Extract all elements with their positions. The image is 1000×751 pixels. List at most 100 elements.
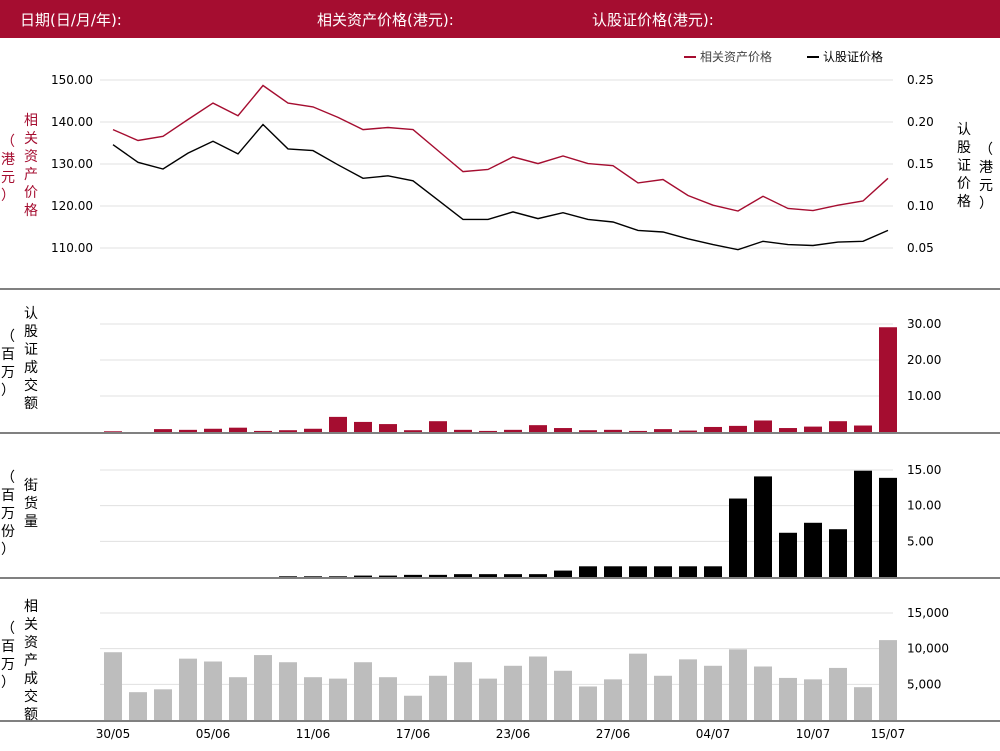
bar	[829, 529, 847, 577]
bar	[604, 679, 622, 720]
bar	[854, 470, 872, 577]
axis-caption-char: 股	[957, 140, 971, 156]
bar	[504, 665, 522, 720]
right-tick-label: 0.15	[907, 157, 934, 171]
right-tick-label: 5,000	[907, 677, 941, 691]
warrant-turnover-axis-title: 认股证成交额	[22, 305, 40, 413]
x-tick-label: 11/06	[296, 727, 331, 741]
bar	[329, 416, 347, 432]
right-tick-label: 10,000	[907, 642, 949, 656]
series-line	[112, 123, 889, 251]
bar	[529, 574, 547, 577]
bar	[404, 430, 422, 432]
axis-caption-char: ）	[1, 542, 15, 558]
bar	[504, 429, 522, 432]
axis-caption-char: （	[1, 621, 15, 637]
axis-caption-char: 万	[1, 657, 15, 673]
bar	[179, 658, 197, 720]
x-tick-label: 10/07	[796, 727, 831, 741]
bar	[729, 425, 747, 432]
bar	[654, 566, 672, 577]
bar	[629, 653, 647, 720]
bar	[629, 566, 647, 577]
bar	[304, 576, 322, 577]
bar	[779, 677, 797, 720]
bar	[204, 428, 222, 432]
bar	[529, 656, 547, 720]
bar	[329, 576, 347, 577]
axis-caption-char: 格	[957, 194, 971, 210]
bar	[279, 576, 297, 577]
bar	[704, 665, 722, 720]
axis-caption-char: 百	[1, 639, 15, 655]
bar	[229, 677, 247, 720]
axis-caption-char: 港	[1, 152, 15, 168]
asset-turnover-axis-unit: （ 百万 ）	[0, 620, 17, 692]
bar	[754, 666, 772, 720]
axis-caption-char: 资	[24, 149, 38, 165]
warrant-price-axis-unit: （ 港元 ）	[977, 141, 995, 213]
right-tick-label: 15.00	[907, 463, 941, 477]
axis-caption-char: 证	[24, 342, 38, 358]
right-tick-label: 5.00	[907, 534, 934, 548]
bar	[479, 678, 497, 720]
bar	[104, 431, 122, 432]
bar	[429, 574, 447, 577]
right-tick-label: 20.00	[907, 353, 941, 367]
axis-caption-char: 价	[957, 176, 971, 192]
bar	[204, 661, 222, 720]
x-tick-label: 17/06	[396, 727, 431, 741]
axis-caption-char: 交	[24, 689, 38, 705]
axis-caption-char: 成	[24, 360, 38, 376]
bar	[879, 477, 897, 577]
axis-caption-char: 额	[24, 396, 38, 412]
legend-label: 相关资产价格	[700, 49, 772, 64]
bar	[404, 574, 422, 577]
axis-caption-char: 认	[24, 306, 38, 322]
bar	[829, 421, 847, 432]
bar	[704, 426, 722, 432]
left-tick-label: 130.00	[51, 157, 93, 171]
left-tick-label: 120.00	[51, 199, 93, 213]
bar	[429, 421, 447, 432]
bar	[279, 662, 297, 720]
bar	[379, 424, 397, 432]
bar	[704, 566, 722, 577]
bar	[754, 420, 772, 432]
bar	[354, 421, 372, 432]
bar	[154, 429, 172, 432]
warrant-price-axis-title: 认股证价格	[955, 121, 973, 211]
axis-caption-char: 相	[24, 113, 38, 129]
axis-caption-char: 万	[1, 365, 15, 381]
bar	[479, 430, 497, 432]
bar	[829, 667, 847, 720]
bar	[804, 522, 822, 577]
warrant-chart: 150.00 140.00 130.00 120.00 110.00 0.25 0.20 0.…	[0, 49, 1000, 741]
axis-caption-char: 认	[957, 122, 971, 138]
axis-caption-char: 元	[979, 178, 993, 194]
bar	[354, 575, 372, 577]
axis-caption-char: （	[979, 142, 993, 158]
axis-caption-char: 股	[24, 324, 38, 340]
axis-caption-char: ）	[1, 188, 15, 204]
left-tick-label: 110.00	[51, 241, 93, 255]
axis-caption-char: ）	[1, 383, 15, 399]
right-tick-label: 10.00	[907, 389, 941, 403]
x-tick-label: 23/06	[496, 727, 531, 741]
axis-caption-char: 格	[24, 203, 38, 219]
x-tick-label: 30/05	[96, 727, 131, 741]
bar	[254, 655, 272, 720]
bar	[504, 574, 522, 577]
bar	[404, 695, 422, 720]
axis-caption-char: （	[1, 134, 15, 150]
left-tick-label: 150.00	[51, 73, 93, 87]
bar	[129, 692, 147, 720]
bar	[104, 652, 122, 720]
bar	[454, 574, 472, 577]
asset-price-axis-title: 相关资产价格	[22, 112, 40, 220]
axis-caption-char: ）	[979, 196, 993, 212]
x-tick-label: 05/06	[196, 727, 231, 741]
axis-caption-char: 量	[24, 514, 38, 530]
right-tick-label: 0.05	[907, 241, 934, 255]
axis-caption-char: 资	[24, 635, 38, 651]
